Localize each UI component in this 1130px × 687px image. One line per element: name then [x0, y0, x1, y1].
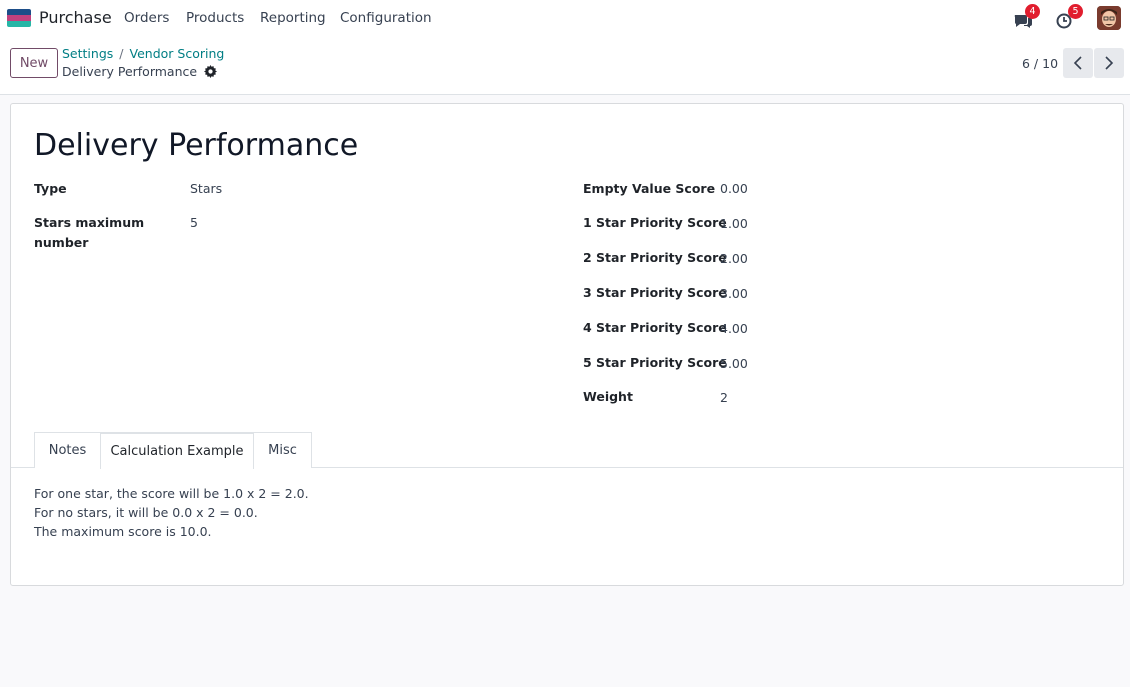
messages-button[interactable]: 4 — [1013, 4, 1040, 30]
user-avatar[interactable] — [1097, 6, 1121, 30]
tab-misc-label: Misc — [268, 443, 297, 458]
type-label: Type — [34, 181, 67, 196]
star4-priority-score-value[interactable]: 4.00 — [720, 319, 748, 339]
record-title: Delivery Performance — [62, 64, 218, 79]
pager-next-button[interactable] — [1094, 48, 1124, 78]
menu-configuration[interactable]: Configuration — [340, 10, 432, 26]
gear-icon[interactable] — [204, 65, 218, 78]
pager-previous-button[interactable] — [1063, 48, 1093, 78]
calculation-line-one-star: For one star, the score will be 1.0 x 2 … — [34, 486, 309, 501]
pager-value[interactable]: 6 / 10 — [1022, 56, 1058, 71]
chevron-right-icon — [1105, 56, 1114, 70]
breadcrumb-settings[interactable]: Settings — [62, 46, 113, 61]
empty-value-score-label: Empty Value Score — [583, 181, 716, 196]
star1-priority-score-label: 1 Star Priority Score — [583, 215, 727, 230]
star5-priority-score-value[interactable]: 5.00 — [720, 354, 748, 374]
breadcrumb: Settings / Vendor Scoring — [62, 46, 224, 61]
record-name: Delivery Performance — [62, 64, 198, 79]
tab-notes[interactable]: Notes — [34, 432, 101, 468]
empty-value-score-value[interactable]: 0.00 — [720, 179, 748, 199]
stars-maximum-number-label: Stars maximum number — [34, 215, 145, 250]
calculation-line-maximum: The maximum score is 10.0. — [34, 524, 212, 539]
star5-priority-score-label: 5 Star Priority Score — [583, 355, 727, 370]
calculation-line-no-stars: For no stars, it will be 0.0 x 2 = 0.0. — [34, 505, 258, 520]
star3-priority-score-value[interactable]: 3.00 — [720, 284, 748, 304]
top-navbar: Purchase Orders Products Reporting Confi… — [0, 0, 1130, 36]
menu-products[interactable]: Products — [186, 10, 244, 26]
breadcrumb-vendor-scoring[interactable]: Vendor Scoring — [130, 46, 225, 61]
purchase-app-icon[interactable] — [7, 9, 31, 27]
weight-label: Weight — [583, 389, 633, 404]
tab-notes-label: Notes — [48, 443, 87, 458]
new-button[interactable]: New — [10, 48, 58, 78]
menu-orders[interactable]: Orders — [124, 10, 169, 26]
star4-priority-score-label: 4 Star Priority Score — [583, 320, 727, 335]
weight-value[interactable]: 2 — [720, 388, 728, 408]
chevron-left-icon — [1073, 56, 1082, 70]
messages-count-badge: 4 — [1025, 4, 1040, 19]
star2-priority-score-label: 2 Star Priority Score — [583, 250, 727, 265]
activities-button[interactable]: 5 — [1056, 4, 1083, 30]
tab-calculation-example-label: Calculation Example — [110, 444, 244, 459]
app-name[interactable]: Purchase — [39, 8, 112, 27]
stars-maximum-number-value[interactable]: 5 — [190, 213, 198, 233]
breadcrumb-separator: / — [119, 46, 124, 61]
control-panel: New Settings / Vendor Scoring Delivery P… — [0, 36, 1130, 95]
star3-priority-score-label: 3 Star Priority Score — [583, 285, 727, 300]
star1-priority-score-value[interactable]: 1.00 — [720, 214, 748, 234]
form-sheet: Delivery Performance Type Stars Stars ma… — [10, 103, 1124, 586]
tab-misc[interactable]: Misc — [253, 432, 312, 468]
star2-priority-score-value[interactable]: 2.00 — [720, 249, 748, 269]
menu-reporting[interactable]: Reporting — [260, 10, 326, 26]
type-value[interactable]: Stars — [190, 179, 222, 199]
tab-calculation-example[interactable]: Calculation Example — [100, 432, 254, 469]
form-title: Delivery Performance — [34, 128, 359, 163]
activities-count-badge: 5 — [1068, 4, 1083, 19]
avatar-image — [1097, 6, 1121, 30]
